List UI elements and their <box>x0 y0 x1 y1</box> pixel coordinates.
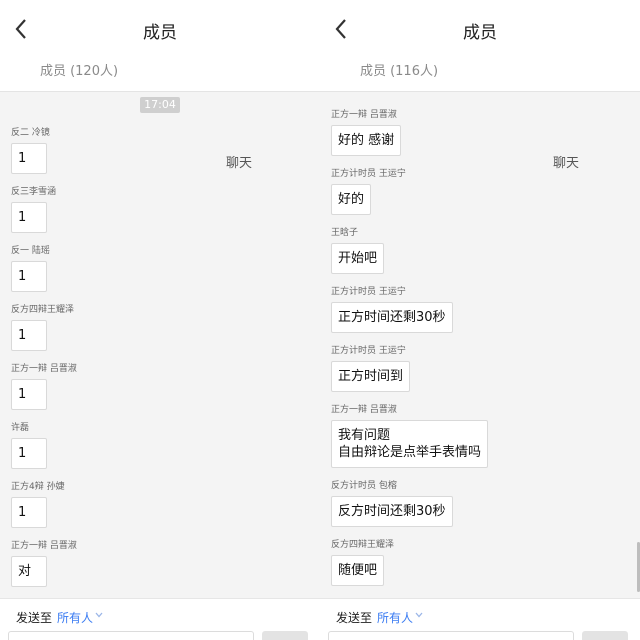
send-button[interactable] <box>582 631 628 640</box>
chat-message: 反方四辩王耀泽 1 <box>11 304 74 351</box>
sender-name: 正方计时员 王运宁 <box>331 346 406 356</box>
send-to-label: 发送至 <box>336 611 373 625</box>
sender-name: 许磊 <box>11 423 30 433</box>
message-bubble[interactable]: 好的 <box>331 184 372 215</box>
message-bubble[interactable]: 1 <box>11 497 47 528</box>
chat-message: 正方一辩 吕晋淑 我有问题 自由辩论是点举手表情吗 <box>331 404 489 468</box>
message-bubble[interactable]: 1 <box>11 320 47 351</box>
left-panel: 成员 成员 (120人) 聊天 17:04 反二 冷镜 1 反三李雪涵 1 反一… <box>0 0 320 640</box>
sender-name: 反一 陆瑶 <box>11 246 50 256</box>
recipient-selector[interactable]: 所有人 <box>377 609 413 626</box>
message-bubble[interactable]: 1 <box>11 202 47 233</box>
chevron-down-icon[interactable] <box>414 610 424 620</box>
header: 成员 成员 (116人) 聊天 <box>320 0 640 171</box>
chat-message: 反一 陆瑶 1 <box>11 245 50 292</box>
chat-message: 反方计时员 包榕 反方时间还剩30秒 <box>331 480 453 527</box>
page-title: 成员 <box>143 23 177 43</box>
chat-message: 正方计时员 王运宁 好的 <box>331 168 406 215</box>
chat-list[interactable]: 17:04 反二 冷镜 1 反三李雪涵 1 反一 陆瑶 1 反方四辩王耀泽 1 … <box>0 92 320 598</box>
sender-name: 正方一辩 吕晋淑 <box>331 405 397 415</box>
sender-name: 反方四辩王耀泽 <box>331 540 395 550</box>
message-bubble[interactable]: 1 <box>11 438 47 469</box>
sender-name: 正方一辩 吕晋淑 <box>331 110 397 120</box>
chat-message: 许磊 1 <box>11 422 47 469</box>
composer-bar: 发送至 所有人 <box>0 598 320 640</box>
message-line: 自由辩论是点举手表情吗 <box>338 445 482 460</box>
chat-message: 反二 冷镜 1 <box>11 127 50 174</box>
message-bubble[interactable]: 我有问题 自由辩论是点举手表情吗 <box>331 420 489 468</box>
sender-name: 正方计时员 王运宁 <box>331 169 406 179</box>
timestamp-badge: 17:04 <box>140 97 180 113</box>
message-input[interactable] <box>8 631 254 640</box>
message-bubble[interactable]: 正方时间到 <box>331 361 411 392</box>
chat-message: 王晗子 开始吧 <box>331 227 385 274</box>
send-button[interactable] <box>262 631 308 640</box>
chat-message: 正方计时员 王运宁 正方时间到 <box>331 345 411 392</box>
chat-message: 正方4辩 孙婕 1 <box>11 481 65 528</box>
tab-members[interactable]: 成员 (116人) <box>344 56 454 91</box>
chat-message: 正方一辩 吕晋淑 对 <box>11 540 77 587</box>
chat-message: 反方四辩王耀泽 随便吧 <box>331 539 394 586</box>
message-bubble[interactable]: 开始吧 <box>331 243 385 274</box>
sender-name: 反方四辩王耀泽 <box>11 305 75 315</box>
chat-message: 正方计时员 王运宁 正方时间还剩30秒 <box>331 286 453 333</box>
sender-name: 正方一辩 吕晋淑 <box>11 364 77 374</box>
message-input[interactable] <box>328 631 574 640</box>
message-bubble[interactable]: 好的 感谢 <box>331 125 402 156</box>
message-bubble[interactable]: 1 <box>11 379 47 410</box>
tab-members[interactable]: 成员 (120人) <box>24 56 134 91</box>
composer-bar: 发送至 所有人 <box>320 598 640 640</box>
header: 成员 成员 (120人) 聊天 <box>0 0 320 171</box>
sender-name: 正方4辩 孙婕 <box>11 482 65 492</box>
message-bubble[interactable]: 反方时间还剩30秒 <box>331 496 453 527</box>
chat-message: 反三李雪涵 1 <box>11 186 56 233</box>
message-bubble[interactable]: 1 <box>11 143 47 174</box>
tab-bar: 成员 (120人) 聊天 <box>0 56 320 171</box>
sender-name: 正方计时员 王运宁 <box>331 287 406 297</box>
message-line: 我有问题 <box>338 428 391 443</box>
page-title: 成员 <box>463 23 497 43</box>
chat-message: 正方一辩 吕晋淑 好的 感谢 <box>331 109 402 156</box>
message-bubble[interactable]: 正方时间还剩30秒 <box>331 302 453 333</box>
message-bubble[interactable]: 1 <box>11 261 47 292</box>
right-panel: 成员 成员 (116人) 聊天 正方一辩 吕晋淑 好的 感谢 正方计时员 王运宁… <box>320 0 640 640</box>
chat-list[interactable]: 正方一辩 吕晋淑 好的 感谢 正方计时员 王运宁 好的 王晗子 开始吧 正方计时… <box>320 92 640 598</box>
sender-name: 正方一辩 吕晋淑 <box>11 541 77 551</box>
recipient-selector[interactable]: 所有人 <box>57 609 93 626</box>
sender-name: 反方计时员 包榕 <box>331 481 397 491</box>
message-bubble[interactable]: 对 <box>11 556 47 587</box>
sender-name: 反三李雪涵 <box>11 187 57 197</box>
chevron-down-icon[interactable] <box>94 610 104 620</box>
chat-message: 正方一辩 吕晋淑 1 <box>11 363 77 410</box>
send-to-label: 发送至 <box>16 611 53 625</box>
sender-name: 王晗子 <box>331 228 359 238</box>
tab-bar: 成员 (116人) 聊天 <box>320 56 640 171</box>
message-bubble[interactable]: 随便吧 <box>331 555 385 586</box>
sender-name: 反二 冷镜 <box>11 128 50 138</box>
